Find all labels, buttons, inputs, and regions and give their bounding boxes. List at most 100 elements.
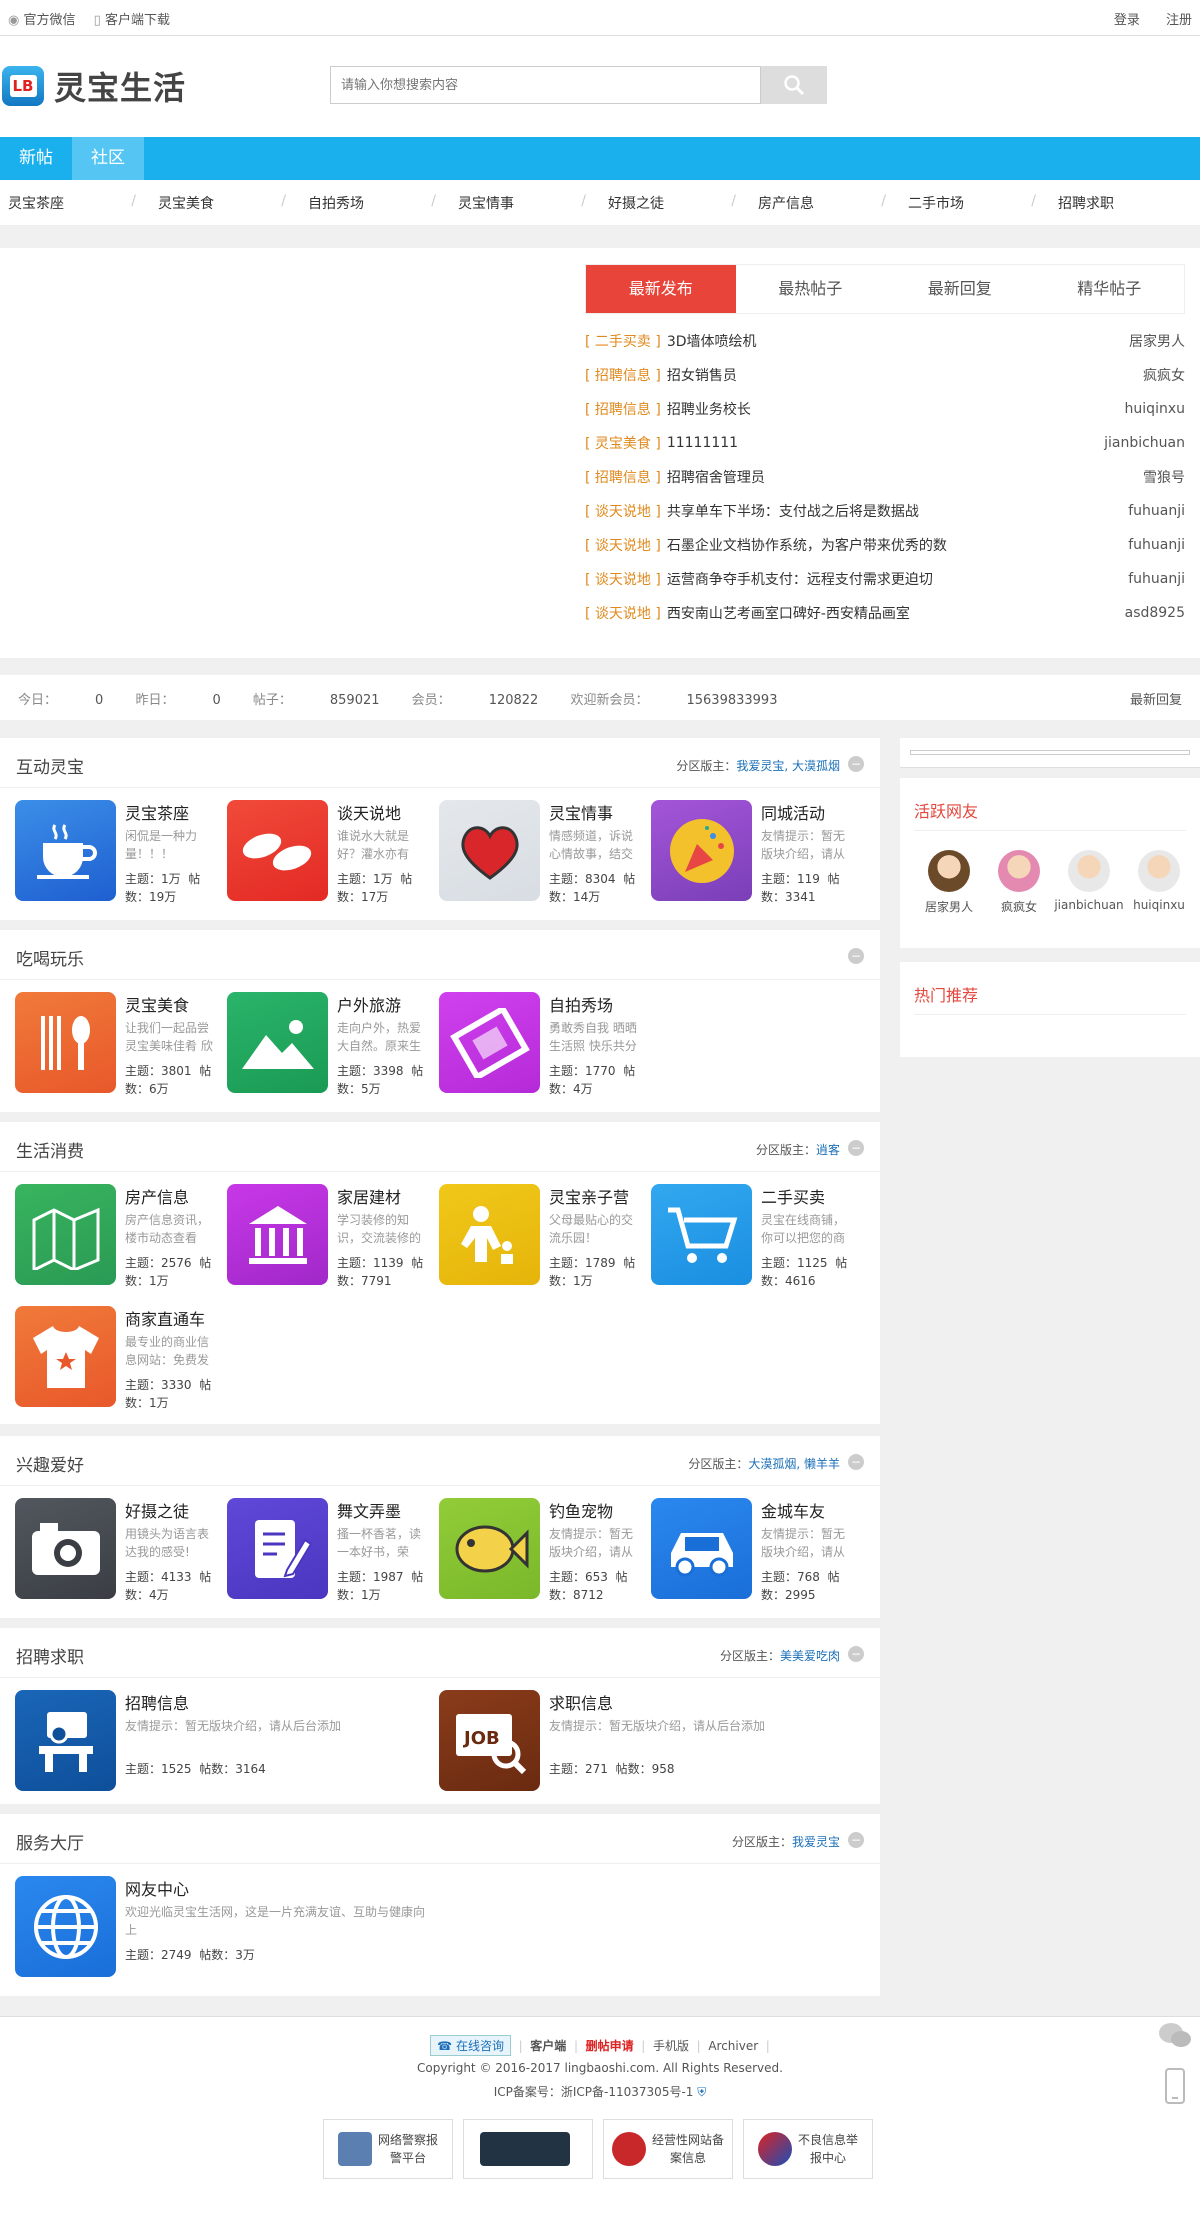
forum-item[interactable]: 二手买卖 灵宝在线商铺，你可以把您的商 主题：1125 帖数：4616	[651, 1184, 861, 1294]
forum-name[interactable]: 家居建材	[337, 1184, 401, 1208]
post-title[interactable]: 石墨企业文档协作系统，为客户带来优秀的数	[667, 535, 1128, 555]
collapse-toggle-icon[interactable]: −	[848, 1140, 864, 1156]
forum-item[interactable]: 舞文弄墨 搔一杯香茗，读一本好书，荣 主题：1987 帖数：1万	[227, 1498, 437, 1608]
client-download-link[interactable]: ▯ 客户端下载	[94, 13, 170, 28]
forum-name[interactable]: 房产信息	[125, 1184, 189, 1208]
forum-name[interactable]: 舞文弄墨	[337, 1498, 401, 1522]
forum-name[interactable]: 招聘信息	[125, 1690, 189, 1714]
moderator-link[interactable]: 我爱灵宝, 大漠孤烟	[736, 759, 840, 773]
post-author[interactable]: 疯疯女	[1143, 365, 1185, 385]
recruit-icon[interactable]	[15, 1690, 116, 1791]
post-title[interactable]: 11111111	[667, 435, 1104, 451]
post-author[interactable]: 居家男人	[1129, 331, 1185, 351]
tab-latest[interactable]: 最新发布	[586, 265, 736, 313]
forum-item[interactable]: 谈天说地 谁说水大就是好？灌水亦有 主题：1万 帖数：17万	[227, 800, 437, 910]
forum-item[interactable]: 招聘信息 友情提示：暂无版块介绍，请从后台添加 主题：1525 帖数：3164	[15, 1690, 341, 1800]
avatar[interactable]	[1068, 850, 1110, 892]
subnav-item[interactable]: 灵宝茶座	[0, 193, 150, 213]
member-name[interactable]: 疯疯女	[984, 898, 1054, 915]
collapse-toggle-icon[interactable]: −	[848, 1454, 864, 1470]
post-category[interactable]: [ 谈天说地 ]	[585, 535, 661, 555]
post-author[interactable]: fuhuanji	[1128, 537, 1185, 553]
forum-item[interactable]: 房产信息 房产信息资讯，楼市动态查看 主题：2576 帖数：1万	[15, 1184, 225, 1294]
latest-post-row[interactable]: [ 招聘信息 ] 招聘业务校长 huiqinxu	[585, 392, 1185, 426]
post-title[interactable]: 招聘宿舍管理员	[667, 467, 1143, 487]
post-category[interactable]: [ 谈天说地 ]	[585, 501, 661, 521]
post-author[interactable]: jianbichuan	[1104, 435, 1185, 451]
forum-name[interactable]: 金城车友	[761, 1498, 825, 1522]
moderator-link[interactable]: 大漠孤烟, 懒羊羊	[748, 1457, 840, 1471]
post-category[interactable]: [ 谈天说地 ]	[585, 569, 661, 589]
nav-new-posts[interactable]: 新帖	[0, 137, 72, 180]
section-title[interactable]: 招聘求职	[16, 1643, 84, 1668]
forum-name[interactable]: 灵宝美食	[125, 992, 189, 1016]
forum-item[interactable]: 户外旅游 走向户外，热爱大自然。原来生 主题：3398 帖数：5万	[227, 992, 437, 1102]
search-input[interactable]	[330, 66, 761, 104]
post-author[interactable]: fuhuanji	[1128, 571, 1185, 587]
collapse-toggle-icon[interactable]: −	[848, 948, 864, 964]
latest-post-row[interactable]: [ 二手买卖 ] 3D墙体喷绘机 居家男人	[585, 324, 1185, 358]
tab-hot[interactable]: 最热帖子	[736, 265, 886, 313]
forum-item[interactable]: 好摄之徒 用镜头为语言表达我的感受! 主题：4133 帖数：4万	[15, 1498, 225, 1608]
section-title[interactable]: 生活消费	[16, 1137, 84, 1162]
subnav-item[interactable]: 自拍秀场	[300, 193, 450, 213]
collapse-toggle-icon[interactable]: −	[848, 1646, 864, 1662]
map-icon[interactable]	[15, 1184, 116, 1285]
post-author[interactable]: asd8925	[1125, 605, 1185, 621]
business-record-badge[interactable]: 经营性网站备 案信息	[603, 2119, 733, 2179]
post-category[interactable]: [ 招聘信息 ]	[585, 365, 661, 385]
search-button[interactable]	[761, 66, 827, 104]
forum-name[interactable]: 同城活动	[761, 800, 825, 824]
online-consult-button[interactable]: ☎ 在线咨询	[430, 2035, 511, 2056]
subnav-item[interactable]: 二手市场	[900, 193, 1050, 213]
latest-post-row[interactable]: [ 谈天说地 ] 运营商争夺手机支付：远程支付需求更迫切 fuhuanji	[585, 562, 1185, 596]
post-title[interactable]: 运营商争夺手机支付：远程支付需求更迫切	[667, 569, 1128, 589]
avatar[interactable]	[928, 850, 970, 892]
avatar[interactable]	[1138, 850, 1180, 892]
tab-replies[interactable]: 最新回复	[885, 265, 1035, 313]
moderator-link[interactable]: 我爱灵宝	[792, 1835, 840, 1849]
forum-name[interactable]: 自拍秀场	[549, 992, 613, 1016]
forum-name[interactable]: 好摄之徒	[125, 1498, 189, 1522]
post-title[interactable]: 招聘业务校长	[667, 399, 1125, 419]
forum-name[interactable]: 二手买卖	[761, 1184, 825, 1208]
forum-item[interactable]: 灵宝茶座 闲侃是一种力量！！！ 主题：1万 帖数：19万	[15, 800, 225, 910]
latest-reply-link[interactable]: 最新回复	[1130, 689, 1182, 708]
teacup-icon[interactable]	[15, 800, 116, 901]
post-title[interactable]: 共享单车下半场：支付战之后将是数据战	[667, 501, 1128, 521]
forum-item[interactable]: 钓鱼宠物 友情提示：暂无版块介绍，请从 主题：653 帖数：8712	[439, 1498, 649, 1608]
footer-delete-request-link[interactable]: 删帖申请	[586, 2039, 634, 2053]
forum-name[interactable]: 商家直通车	[125, 1306, 205, 1330]
active-member[interactable]: jianbichuan	[1054, 850, 1124, 912]
mountain-icon[interactable]	[227, 992, 328, 1093]
party-popper-icon[interactable]	[651, 800, 752, 901]
section-title[interactable]: 服务大厅	[16, 1829, 84, 1854]
footer-archiver-link[interactable]: Archiver	[708, 2039, 758, 2053]
forum-item[interactable]: 金城车友 友情提示：暂无版块介绍，请从 主题：768 帖数：2995	[651, 1498, 861, 1608]
subnav-item[interactable]: 灵宝情事	[450, 193, 600, 213]
post-title[interactable]: 西安南山艺考画室口碑好-西安精品画室	[667, 603, 1125, 623]
forum-name[interactable]: 灵宝情事	[549, 800, 613, 824]
forum-item[interactable]: 自拍秀场 勇敢秀自我 晒晒生活照 快乐共分 主题：1770 帖数：4万	[439, 992, 649, 1102]
moderator-link[interactable]: 逍客	[816, 1143, 840, 1157]
camera-icon[interactable]	[15, 1498, 116, 1599]
collapse-toggle-icon[interactable]: −	[848, 756, 864, 772]
post-category[interactable]: [ 谈天说地 ]	[585, 603, 661, 623]
collapse-toggle-icon[interactable]: −	[848, 1832, 864, 1848]
forum-name[interactable]: 求职信息	[549, 1690, 613, 1714]
parent-child-icon[interactable]	[439, 1184, 540, 1285]
forum-name[interactable]: 户外旅游	[337, 992, 401, 1016]
forum-item[interactable]: 灵宝情事 情感频道，诉说心情故事，结交 主题：8304 帖数：14万	[439, 800, 649, 910]
forum-item[interactable]: 同城活动 友情提示：暂无版块介绍，请从 主题：119 帖数：3341	[651, 800, 861, 910]
forum-name[interactable]: 谈天说地	[337, 800, 401, 824]
post-author[interactable]: 雪狼号	[1143, 467, 1185, 487]
latest-post-row[interactable]: [ 谈天说地 ] 石墨企业文档协作系统，为客户带来优秀的数 fuhuanji	[585, 528, 1185, 562]
latest-post-row[interactable]: [ 灵宝美食 ] 11111111 jianbichuan	[585, 426, 1185, 460]
member-name[interactable]: jianbichuan	[1054, 898, 1124, 912]
float-wechat-button[interactable]	[1155, 2016, 1195, 2056]
post-title[interactable]: 3D墙体喷绘机	[667, 331, 1129, 351]
lips-icon[interactable]	[227, 800, 328, 901]
footer-client-link[interactable]: 客户端	[530, 2039, 566, 2053]
wechat-link[interactable]: ◉ 官方微信	[8, 13, 76, 28]
cart-icon[interactable]	[651, 1184, 752, 1285]
